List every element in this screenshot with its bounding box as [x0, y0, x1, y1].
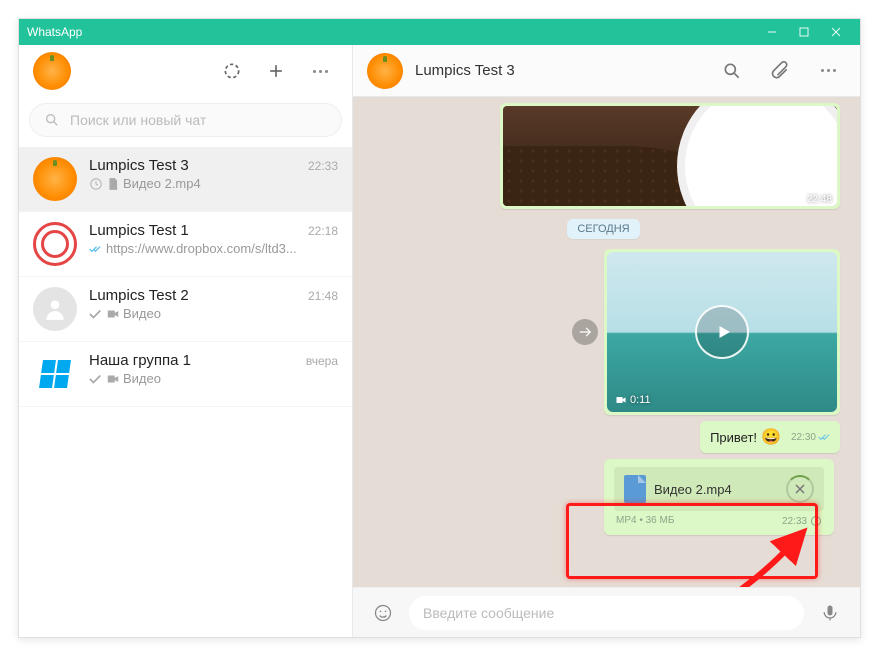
chat-list-item[interactable]: Наша группа 1 вчера Видео [19, 342, 352, 407]
message-time: 22:33 [782, 516, 807, 527]
attach-button[interactable] [762, 53, 798, 89]
file-name: Видео 2.mp4 [654, 482, 778, 497]
file-meta: MP4 • 36 МБ [616, 515, 674, 527]
voice-message-button[interactable] [812, 595, 848, 631]
double-check-icon [818, 432, 832, 442]
chat-body: 22:48 СЕГОДНЯ 0:11 [353, 97, 860, 587]
file-message[interactable]: Видео 2.mp4 MP4 • 36 МБ 22:33 [604, 459, 834, 535]
sidebar: Lumpics Test 3 22:33 Видео 2.mp4 Lumpics … [19, 45, 353, 637]
my-avatar[interactable] [33, 52, 71, 90]
emoji-button[interactable] [365, 595, 401, 631]
chat-preview: Видео [89, 306, 338, 321]
chat-menu-button[interactable] [810, 53, 846, 89]
annotation-arrow [623, 527, 813, 587]
window-close-button[interactable] [820, 19, 852, 45]
search-icon [44, 112, 60, 128]
chat-time: 22:33 [308, 159, 338, 173]
chat-time: вчера [306, 354, 338, 368]
clock-icon [810, 515, 822, 527]
search-in-chat-button[interactable] [714, 53, 750, 89]
app-title: WhatsApp [27, 25, 82, 39]
chat-avatar [33, 222, 77, 266]
video-message[interactable]: 0:11 [604, 249, 840, 415]
chat-avatar [33, 352, 77, 396]
forward-button[interactable] [572, 319, 598, 345]
chat-preview: Видео 2.mp4 [89, 176, 338, 191]
message-text: Привет! [710, 430, 757, 445]
chat-name: Lumpics Test 2 [89, 287, 189, 304]
video-icon [106, 372, 120, 386]
chat-list-item[interactable]: Lumpics Test 1 22:18 https://www.dropbox.… [19, 212, 352, 277]
chat-time: 22:18 [308, 224, 338, 238]
chat-header: Lumpics Test 3 [353, 45, 860, 97]
window-titlebar: WhatsApp [19, 19, 860, 45]
single-check-icon [89, 307, 103, 321]
message-input-wrapper[interactable] [409, 596, 804, 630]
chat-list-item[interactable]: Lumpics Test 3 22:33 Видео 2.mp4 [19, 147, 352, 212]
message-input[interactable] [423, 605, 790, 621]
composer [353, 587, 860, 637]
contact-avatar[interactable] [367, 53, 403, 89]
chat-time: 21:48 [308, 289, 338, 303]
message-time: 22:48 [807, 194, 832, 205]
search-input[interactable] [70, 112, 327, 128]
clock-icon [89, 177, 103, 191]
chat-list-item[interactable]: Lumpics Test 2 21:48 Видео [19, 277, 352, 342]
search-box[interactable] [29, 103, 342, 137]
chat-avatar [33, 287, 77, 331]
new-chat-button[interactable] [258, 53, 294, 89]
file-icon [624, 475, 646, 503]
message-time: 22:30 [791, 432, 816, 443]
image-message[interactable]: 22:48 [500, 103, 840, 209]
document-icon [106, 177, 120, 191]
status-button[interactable] [214, 53, 250, 89]
cancel-upload-button[interactable] [786, 475, 814, 503]
chat-preview: Видео [89, 371, 338, 386]
chat-panel: Lumpics Test 3 22:48 СЕГОДНЯ [353, 45, 860, 637]
chat-avatar [33, 157, 77, 201]
day-divider: СЕГОДНЯ [567, 219, 639, 239]
text-message[interactable]: Привет! 😀 22:30 [700, 421, 840, 453]
single-check-icon [89, 372, 103, 386]
sidebar-header [19, 45, 352, 97]
menu-button[interactable] [302, 53, 338, 89]
video-icon [106, 307, 120, 321]
emoji: 😀 [761, 427, 781, 447]
chat-name: Lumpics Test 1 [89, 222, 189, 239]
contact-name: Lumpics Test 3 [415, 62, 702, 79]
window-maximize-button[interactable] [788, 19, 820, 45]
double-check-icon [89, 242, 103, 256]
chat-preview: https://www.dropbox.com/s/ltd3... [89, 241, 338, 256]
chat-name: Lumpics Test 3 [89, 157, 189, 174]
chat-name: Наша группа 1 [89, 352, 191, 369]
play-icon [695, 305, 749, 359]
video-duration: 0:11 [615, 394, 651, 406]
window-minimize-button[interactable] [756, 19, 788, 45]
